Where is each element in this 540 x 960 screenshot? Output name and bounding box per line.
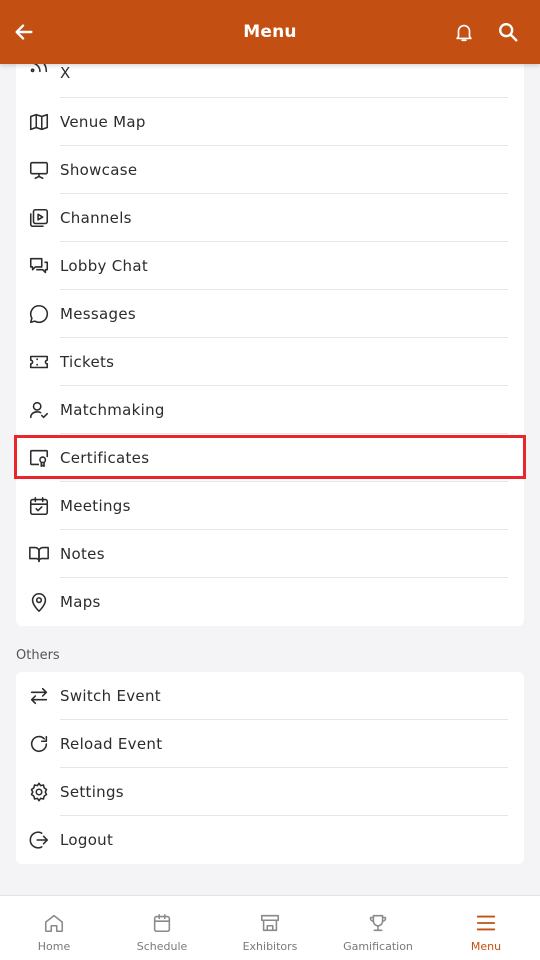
menu-item-label: Matchmaking (60, 401, 165, 419)
home-icon (44, 914, 64, 933)
nav-tab-label: Gamification (343, 940, 413, 953)
certificate-icon (28, 447, 50, 469)
menu-item-label: Reload Event (60, 735, 163, 753)
logout-icon (28, 829, 50, 851)
map-pin-icon (28, 591, 50, 613)
gear-icon (28, 781, 50, 803)
menu-item-notes[interactable]: Notes (16, 530, 524, 578)
back-button[interactable] (8, 16, 40, 48)
reload-icon (28, 733, 50, 755)
menu-item-matchmaking[interactable]: Matchmaking (16, 386, 524, 434)
menu-item-showcase[interactable]: Showcase (16, 146, 524, 194)
nav-tab-label: Menu (470, 940, 502, 953)
menu-card: X Venue Map Showcase Channels Lobby Chat… (16, 50, 524, 626)
menu-item-label: Showcase (60, 161, 138, 179)
calendar-icon (153, 913, 171, 933)
search-icon (499, 23, 518, 42)
menu-item-label: Meetings (60, 497, 131, 515)
menu-item-channels[interactable]: Channels (16, 194, 524, 242)
menu-item-label: Lobby Chat (60, 257, 149, 275)
menu-item-certificates[interactable]: Certificates (16, 434, 524, 482)
menu-item-label: X (60, 64, 71, 82)
menu-item-venue-map[interactable]: Venue Map (16, 98, 524, 146)
menu-item-tickets[interactable]: Tickets (16, 338, 524, 386)
search-button[interactable] (492, 16, 524, 48)
menu-item-maps[interactable]: Maps (16, 578, 524, 626)
menu-item-label: Certificates (60, 449, 150, 467)
menu-content: X Venue Map Showcase Channels Lobby Chat… (0, 0, 540, 895)
menu-item-messages[interactable]: Messages (16, 290, 524, 338)
menu-item-label: Settings (60, 783, 124, 801)
presentation-icon (28, 159, 50, 181)
nav-tab-schedule[interactable]: Schedule (108, 896, 216, 960)
page-title: Menu (243, 22, 297, 42)
nav-tab-label: Home (37, 940, 71, 953)
arrows-swap-icon (28, 685, 50, 707)
trophy-icon (369, 914, 387, 932)
menu-item-lobby-chat[interactable]: Lobby Chat (16, 242, 524, 290)
nav-tab-home[interactable]: Home (0, 896, 108, 960)
nav-tab-menu[interactable]: Menu (432, 896, 540, 960)
menu-item-logout[interactable]: Logout (16, 816, 524, 864)
booth-icon (260, 914, 280, 932)
bell-icon (456, 24, 472, 42)
menu-item-label: Switch Event (60, 687, 161, 705)
nav-tab-label: Schedule (136, 940, 188, 953)
message-circle-icon (28, 303, 50, 325)
arrow-left-icon (15, 24, 33, 40)
calendar-check-icon (28, 495, 50, 517)
section-label-others: Others (16, 648, 60, 663)
nav-tab-gamification[interactable]: Gamification (324, 896, 432, 960)
menu-item-label: Tickets (60, 353, 115, 371)
nav-tab-label: Exhibitors (242, 940, 298, 953)
video-channel-icon (28, 207, 50, 229)
menu-item-settings[interactable]: Settings (16, 768, 524, 816)
app-header: Menu (0, 0, 540, 64)
ticket-icon (28, 351, 50, 373)
menu-item-meetings[interactable]: Meetings (16, 482, 524, 530)
chat-bubbles-icon (28, 255, 50, 277)
menu-item-label: Messages (60, 305, 136, 323)
menu-item-reload-event[interactable]: Reload Event (16, 720, 524, 768)
hamburger-icon (476, 915, 496, 931)
menu-item-label: Channels (60, 209, 132, 227)
others-card: Switch Event Reload Event Settings Logou… (16, 672, 524, 864)
menu-item-label: Venue Map (60, 113, 146, 131)
menu-item-label: Maps (60, 593, 101, 611)
map-icon (28, 111, 50, 133)
menu-item-label: Notes (60, 545, 105, 563)
notifications-button[interactable] (448, 16, 480, 48)
menu-item-label: Logout (60, 831, 114, 849)
menu-item-switch-event[interactable]: Switch Event (16, 672, 524, 720)
bottom-navigation: Home Schedule Exhibitors Gamification Me… (0, 895, 540, 960)
book-open-icon (28, 543, 50, 565)
nav-tab-exhibitors[interactable]: Exhibitors (216, 896, 324, 960)
user-check-icon (28, 399, 50, 421)
